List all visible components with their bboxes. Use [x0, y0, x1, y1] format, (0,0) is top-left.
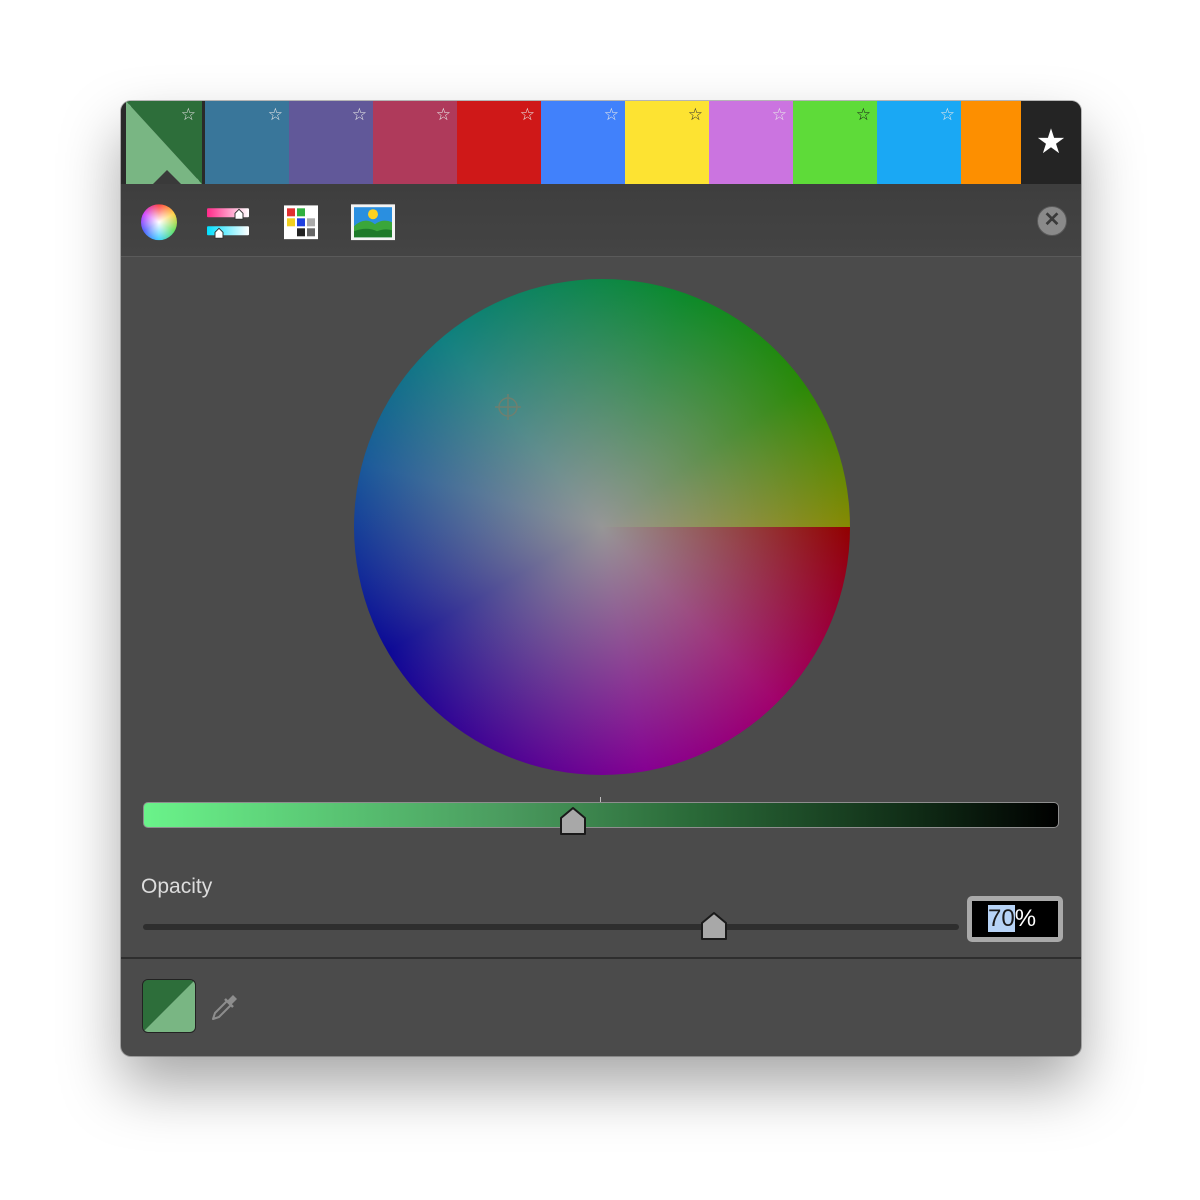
tab-image-palettes[interactable] — [339, 192, 407, 256]
star-outline-icon[interactable]: ☆ — [352, 106, 367, 123]
star-outline-icon[interactable]: ☆ — [940, 106, 955, 123]
favorites-bar: ☆ ☆ ☆ ☆ ☆ ☆ ☆ ☆ ☆ ☆ ★ — [121, 101, 1081, 184]
star-outline-icon[interactable]: ☆ — [520, 106, 535, 123]
color-wheel[interactable] — [354, 279, 850, 775]
image-icon — [351, 204, 395, 241]
favorite-swatch-lilac[interactable]: ☆ — [709, 101, 793, 184]
favorite-swatch-purple[interactable]: ☆ — [289, 101, 373, 184]
picker-mode-toolbar: ✕ — [121, 184, 1081, 257]
tab-color-sliders[interactable] — [195, 192, 263, 256]
star-outline-icon[interactable]: ☆ — [688, 106, 703, 123]
brightness-slider[interactable] — [143, 802, 1059, 828]
tab-color-wheel[interactable] — [125, 192, 193, 256]
opacity-label: Opacity — [141, 875, 213, 898]
favorite-swatch-blue[interactable]: ☆ — [541, 101, 625, 184]
star-outline-icon[interactable]: ☆ — [772, 106, 787, 123]
star-outline-icon[interactable]: ☆ — [856, 106, 871, 123]
selection-caret — [153, 170, 181, 184]
star-outline-icon[interactable]: ☆ — [436, 106, 451, 123]
favorite-swatch-steel-blue[interactable]: ☆ — [205, 101, 289, 184]
favorite-swatch-yellow[interactable]: ☆ — [625, 101, 709, 184]
opacity-slider-knob[interactable] — [700, 911, 728, 941]
favorite-swatch-lime[interactable]: ☆ — [793, 101, 877, 184]
opacity-value-field[interactable]: 70% — [967, 896, 1063, 942]
star-outline-icon[interactable]: ☆ — [604, 106, 619, 123]
tab-color-palettes[interactable] — [267, 192, 335, 256]
opacity-value-text: 70% — [972, 901, 1058, 937]
brightness-slider-knob[interactable] — [559, 806, 587, 836]
opacity-slider[interactable] — [143, 924, 959, 930]
current-color-swatch[interactable] — [142, 979, 196, 1033]
favorite-swatch-raspberry[interactable]: ☆ — [373, 101, 457, 184]
favorite-swatch-sky-blue[interactable]: ☆ — [877, 101, 961, 184]
favorites-star-icon[interactable]: ★ — [1021, 101, 1081, 184]
palette-grid-icon — [284, 205, 318, 240]
current-color-split-icon — [143, 980, 195, 1032]
star-outline-icon[interactable]: ☆ — [181, 106, 196, 123]
color-wheel-icon — [141, 204, 177, 241]
wheel-crosshair-icon[interactable] — [495, 394, 521, 420]
eyedropper-icon[interactable] — [209, 987, 241, 1023]
opacity-percent-sign: % — [1014, 905, 1037, 932]
opacity-value-selected: 70 — [988, 905, 1015, 932]
bottom-divider — [121, 957, 1081, 959]
star-outline-icon[interactable]: ☆ — [268, 106, 283, 123]
color-picker-window: ☆ ☆ ☆ ☆ ☆ ☆ ☆ ☆ ☆ ☆ ★ ✕ Opacity 70% — [121, 101, 1081, 1056]
favorite-swatch-selected-green[interactable]: ☆ — [126, 101, 202, 184]
close-icon[interactable]: ✕ — [1037, 206, 1067, 236]
favorite-swatch-orange[interactable] — [961, 101, 1021, 184]
favorite-swatch-red[interactable]: ☆ — [457, 101, 541, 184]
sliders-icon — [207, 208, 249, 239]
